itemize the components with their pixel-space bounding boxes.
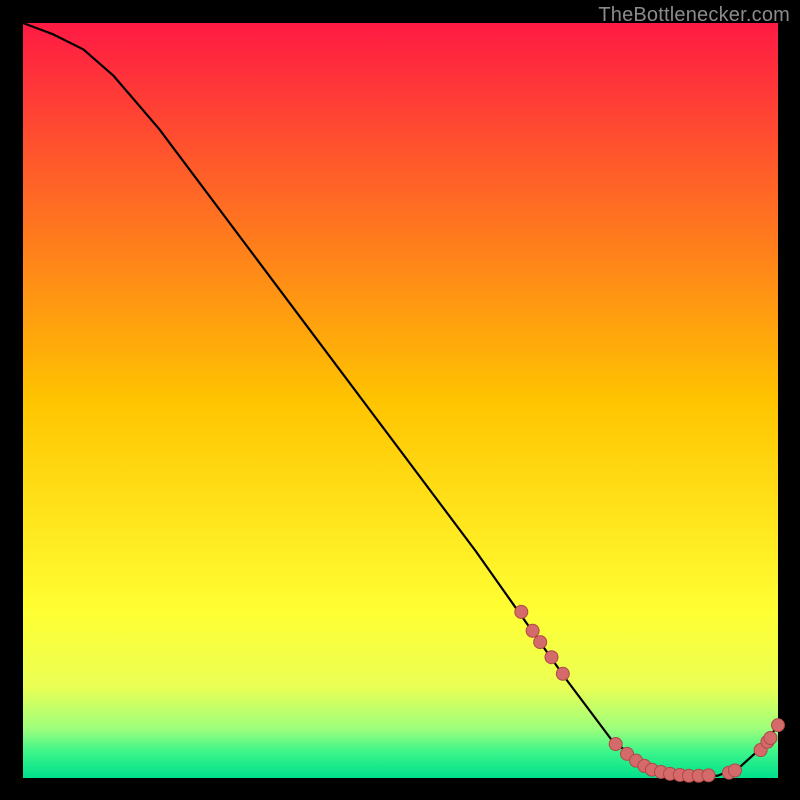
data-marker <box>772 719 785 732</box>
data-marker <box>728 764 741 777</box>
data-marker <box>526 624 539 637</box>
plot-background <box>23 23 778 778</box>
bottleneck-curve-chart <box>0 0 800 800</box>
data-marker <box>515 605 528 618</box>
data-marker <box>702 769 715 782</box>
chart-stage: TheBottlenecker.com <box>0 0 800 800</box>
data-marker <box>534 636 547 649</box>
data-marker <box>609 738 622 751</box>
attribution-label: TheBottlenecker.com <box>598 4 790 27</box>
data-marker <box>545 651 558 664</box>
data-marker <box>764 731 777 744</box>
data-marker <box>556 667 569 680</box>
